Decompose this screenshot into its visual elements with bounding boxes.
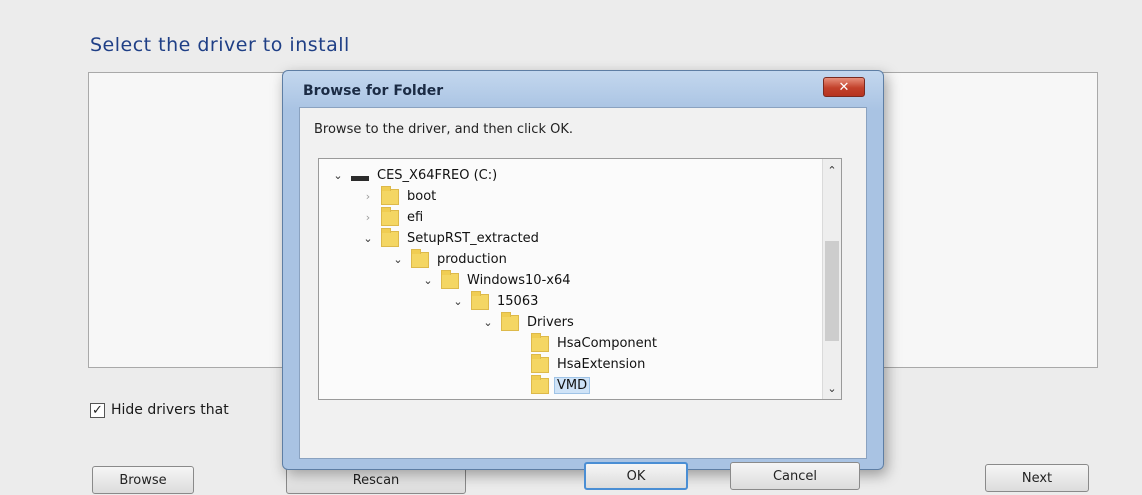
folder-icon xyxy=(531,353,549,373)
scroll-thumb[interactable] xyxy=(825,241,839,341)
browse-folder-dialog: Browse for Folder ✕ Browse to the driver… xyxy=(282,70,884,490)
chevron-down-icon[interactable]: ⌄ xyxy=(823,379,841,397)
tree-item-label: SetupRST_extracted xyxy=(407,231,539,246)
tree-item-label: efi xyxy=(407,210,424,225)
chevron-down-icon[interactable]: ⌄ xyxy=(329,169,347,182)
tree-item-label: 15063 xyxy=(497,294,539,309)
cancel-button[interactable]: Cancel xyxy=(730,462,860,490)
folder-icon xyxy=(381,206,399,226)
tree-item-label: HsaExtension xyxy=(557,357,646,372)
tree-item-label: Drivers xyxy=(527,315,574,330)
tree-item[interactable]: VMD xyxy=(509,374,591,396)
tree-item-label: boot xyxy=(407,189,437,204)
folder-icon xyxy=(471,290,489,310)
tree-item[interactable]: ⌄ CES_X64FREO (C:) xyxy=(329,165,497,186)
page-title: Select the driver to install xyxy=(90,34,350,56)
tree-scrollbar[interactable]: ⌃ ⌄ xyxy=(822,159,841,399)
folder-icon xyxy=(381,185,399,205)
close-icon: ✕ xyxy=(838,79,850,95)
dialog-client: Browse to the driver, and then click OK.… xyxy=(299,107,867,490)
tree-item[interactable]: ⌄ Windows10-x64 xyxy=(419,269,571,291)
folder-icon xyxy=(441,269,459,289)
tree-item[interactable]: › boot xyxy=(359,185,437,207)
tree-item-label: production xyxy=(437,252,507,267)
chevron-down-icon[interactable]: ⌄ xyxy=(449,295,467,308)
tree-item-label: HsaComponent xyxy=(557,336,657,351)
chevron-down-icon[interactable]: ⌄ xyxy=(479,316,497,329)
rescan-button[interactable]: Rescan xyxy=(286,466,466,494)
tree-item[interactable]: ⌄ production xyxy=(389,248,507,270)
folder-icon xyxy=(411,248,429,268)
folder-icon xyxy=(531,374,549,394)
folder-icon xyxy=(531,332,549,352)
dialog-instruction: Browse to the driver, and then click OK. xyxy=(314,122,573,137)
tree-item-label: CES_X64FREO (C:) xyxy=(377,168,498,183)
tree-item-label: VMD xyxy=(554,377,591,394)
ok-button[interactable]: OK xyxy=(584,462,688,490)
chevron-up-icon[interactable]: ⌃ xyxy=(823,161,841,179)
tree-item[interactable]: HsaComponent xyxy=(509,332,657,354)
tree-item[interactable]: ⌄ SetupRST_extracted xyxy=(359,227,539,249)
dialog-title: Browse for Folder xyxy=(303,83,444,99)
tree-item[interactable]: ⌄ Drivers xyxy=(479,311,574,333)
hide-drivers-checkbox[interactable]: ✓ xyxy=(90,402,105,418)
tree-item[interactable]: › efi xyxy=(359,206,424,228)
chevron-down-icon[interactable]: ⌄ xyxy=(419,274,437,287)
hide-drivers-label: Hide drivers that xyxy=(111,402,229,418)
next-button[interactable]: Next xyxy=(985,464,1089,492)
browse-button[interactable]: Browse xyxy=(92,466,194,494)
folder-tree[interactable]: ⌃ ⌄ ⌄ CES_X64FREO (C:) › boot › efi ⌄ SetupRST_… xyxy=(318,158,842,400)
drive-icon xyxy=(351,176,369,181)
folder-icon xyxy=(381,227,399,247)
chevron-right-icon[interactable]: › xyxy=(359,190,377,203)
tree-item[interactable]: HsaExtension xyxy=(509,353,646,375)
tree-item-label: Windows10-x64 xyxy=(467,273,571,288)
tree-item[interactable]: ⌄ 15063 xyxy=(449,290,539,312)
hide-drivers-row[interactable]: ✓ Hide drivers that xyxy=(90,402,229,418)
chevron-right-icon[interactable]: › xyxy=(359,211,377,224)
folder-icon xyxy=(501,311,519,331)
chevron-down-icon[interactable]: ⌄ xyxy=(359,232,377,245)
close-button[interactable]: ✕ xyxy=(823,77,865,97)
chevron-down-icon[interactable]: ⌄ xyxy=(389,253,407,266)
